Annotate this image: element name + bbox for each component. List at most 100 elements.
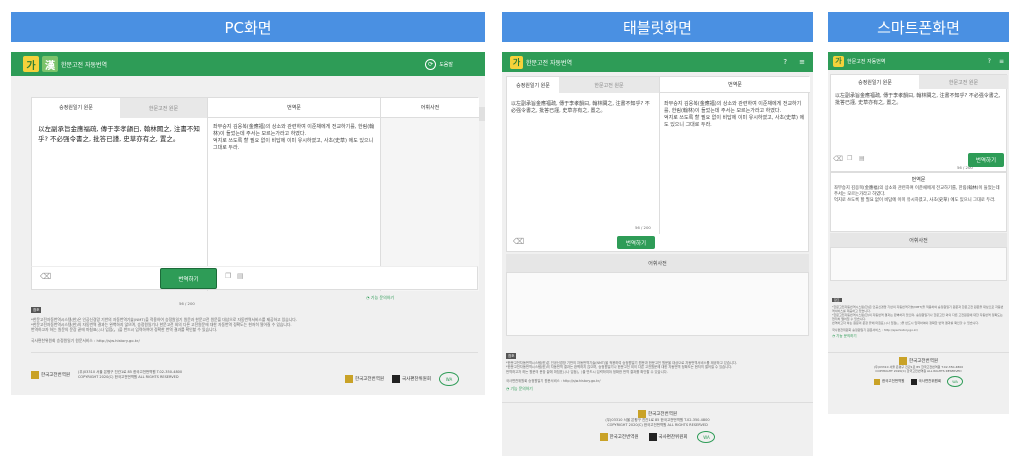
tab-hanmun[interactable]: 한문고전 원문 — [559, 77, 659, 93]
partner-logo-2[interactable]: 국사편찬위원회 — [648, 433, 687, 441]
tab-label: 한문고전 원문 — [148, 105, 179, 112]
smartphone-action-bar: ⌫ ❐ ▤ 번역하기 — [830, 152, 1007, 170]
translation-output: 좌부승지 김응복(金應福)의 상소와 관련하여 이준채에게 전교하기를, 한림(… — [831, 186, 1006, 204]
web-accessibility-badge: WA — [438, 372, 459, 386]
footer-divider — [502, 402, 813, 403]
logo-mark: 가 — [833, 55, 844, 67]
translate-button[interactable]: 번역하기 — [160, 268, 217, 289]
feedback-link[interactable]: ◔ 기능 문의하기 — [832, 334, 1004, 339]
tablet-notice: 참조 *한문고전자동번역시스템(한)은 인공신경망 기반의 자동번역기술(NMT… — [506, 342, 806, 392]
copy-icon[interactable]: ❐ — [225, 272, 231, 280]
notice-line[interactable]: 국사편찬위원회 승정원일기 원문서비스 : http://sjw.history… — [31, 338, 451, 343]
partner-label: 한국고전번역원 — [355, 377, 384, 382]
logo-mark: 가 — [23, 56, 39, 72]
dictionary-header: 어휘사전 — [380, 98, 479, 118]
translate-label: 번역하기 — [625, 240, 647, 247]
footer-org-name: 한국고전번역원 — [909, 359, 938, 364]
pc-translator-card: 승정원일기 원문 한문고전 원문 번역문 어휘사전 以左副承旨金應福疏, 傳于李… — [31, 97, 479, 306]
source-text-input[interactable]: 以左副承旨金應福疏, 傳于李孝韻曰, 翰林闕之, 注書不知乎? 不必强令書之, … — [835, 93, 1003, 107]
tab-seungjeongwon[interactable]: 승정원일기 원문 — [831, 75, 919, 89]
translation-line-1: 좌부승지 김응복(金應福)의 상소와 관련하여 이준채에게 전교하기를, 한림(… — [664, 101, 802, 114]
source-text-input[interactable]: 以左副承旨金應福疏, 傳于李孝韻曰, 翰林闕之, 注書不知乎? 不必强令書之, … — [38, 124, 204, 144]
pc-partners: 한국고전번역원 국사편찬위원회 WA — [345, 372, 459, 386]
partner-label: 국사편찬위원회 — [401, 377, 431, 382]
help-icon[interactable]: ? — [988, 58, 991, 65]
tab-seungjeongwon[interactable]: 승정원일기 원문 — [507, 77, 559, 93]
partner-logo-2[interactable]: 국사편찬위원회 — [391, 375, 431, 383]
smartphone-banner-label: 스마트폰화면 — [877, 18, 960, 37]
side-scroll-handle[interactable] — [479, 107, 485, 121]
site-logo[interactable]: 가 한문고전 자동번역 — [510, 55, 572, 69]
translation-line-1: 좌부승지 김응복(金應福)의 상소와 관련하여 이준채에게 전교하기를, 한림(… — [213, 124, 375, 137]
translation-output: 좌부승지 김응복(金應福)의 상소와 관련하여 이준채에게 전교하기를, 한림(… — [213, 124, 375, 152]
notice-line[interactable]: 국사편찬위원회 승정원일기 원문서비스 : http://sjw.history… — [506, 379, 806, 383]
tablet-footer: 한국고전번역원 (우)03310 서울 은평구 진관1로 85 한국고전번역원 … — [502, 410, 813, 443]
translation-line-2: 억지로 쓰도록 할 필요 없이 비답에 이미 유시하였고, 사초(史草) 에도 … — [213, 138, 374, 151]
tablet-translator-card: 승정원일기 원문 한문고전 원문 번역문 以左副承旨金應福疏, 傳于李孝韻曰, … — [506, 76, 810, 237]
notice-badge: 참조 — [506, 353, 517, 359]
partners: 한국고전번역원 국사편찬위원회 WA — [828, 376, 1009, 387]
dictionary-header[interactable]: 어휘사전 — [506, 254, 809, 272]
dictionary-panel — [830, 247, 1007, 281]
tab-label: 번역문 — [728, 82, 742, 88]
translate-label: 번역하기 — [178, 276, 199, 283]
org-mark-icon — [599, 433, 608, 441]
partner-logo-1[interactable]: 한국고전번역원 — [345, 375, 384, 383]
notice-line[interactable]: 국사편찬위원회 승정원일기 원문서비스 : http://sjw.history… — [832, 328, 1004, 332]
copy-icon[interactable]: ❐ — [847, 155, 852, 162]
eraser-icon[interactable]: ⌫ — [40, 272, 51, 281]
footer-copyright: COPYRIGHT 2020(C) 한국고전번역원 ALL RIGHTS RES… — [607, 422, 708, 427]
site-logo[interactable]: 가 한문고전 자동번역 — [833, 55, 886, 67]
badge-label: WA — [703, 434, 710, 440]
smartphone-notice: 참조 *한문고전자동번역시스템(한)은 인공신경망 기반의 자동번역기술(NMT… — [832, 286, 1004, 339]
partners: 한국고전번역원 국사편찬위원회 WA — [502, 431, 813, 443]
translation-line-2: 억지로 쓰도록 할 필요 없이 비답에 이미 유시하였고, 사초(史草) 에도 … — [834, 198, 996, 203]
footer-divider — [828, 352, 1009, 353]
tab-hanmun[interactable]: 한문고전 원문 — [919, 75, 1008, 89]
smartphone-screen: 가 한문고전 자동번역 ? ≡ 승정원일기 원문 한문고전 원문 以左副承旨金應… — [828, 52, 1009, 414]
tablet-header: 가 한문고전 자동번역 ? ≡ — [502, 52, 813, 72]
tab-label: 어휘사전 — [420, 105, 440, 111]
menu-icon[interactable]: ≡ — [999, 58, 1004, 65]
notice-line: 번역하고자 하는 원문의 문장 끝에 마침표(.)나 입점(。)을 반드시 입력… — [506, 369, 668, 374]
tab-seungjeongwon[interactable]: 승정원일기 원문 — [32, 98, 120, 118]
logo-name: 한문고전 자동번역 — [847, 58, 886, 65]
org-mark-icon — [31, 370, 39, 379]
site-logo[interactable]: 가 漢 한문고전 자동번역 — [23, 56, 107, 72]
eraser-icon[interactable]: ⌫ — [833, 155, 843, 163]
org-mark-icon — [899, 357, 907, 365]
partner-logo-1[interactable]: 한국고전번역원 — [873, 378, 905, 385]
tab-hanmun[interactable]: 한문고전 원문 — [120, 98, 207, 118]
menu-icon[interactable]: ≡ — [799, 58, 805, 66]
translate-label: 번역하기 — [975, 158, 997, 164]
header-icons: ? ≡ — [783, 58, 805, 66]
feedback-link[interactable]: ◔ 기능 문의하기 — [506, 386, 806, 392]
org-mark-icon — [391, 375, 400, 383]
footer-org-name: 한국고전번역원 — [648, 412, 677, 417]
partner-logo-2[interactable]: 국사편찬위원회 — [910, 378, 941, 385]
tab-label: 한문고전 원문 — [948, 79, 979, 86]
notice-badge: 참조 — [31, 307, 42, 313]
help-icon: ⟳ — [425, 58, 437, 70]
partner-label: 한국고전번역원 — [609, 435, 639, 440]
translate-button[interactable]: 번역하기 — [617, 236, 655, 249]
save-icon[interactable]: ▤ — [859, 155, 865, 162]
pc-footer-info: 한국고전번역원 (우)03310 서울 은평구 진관1로 85 한국고전번역원 … — [31, 370, 182, 379]
dictionary-header[interactable]: 어휘사전 — [830, 233, 1007, 247]
translation-header: 번역문 — [207, 98, 380, 118]
help-link[interactable]: ⟳ 도움말 — [425, 58, 453, 70]
translate-button[interactable]: 번역하기 — [968, 153, 1004, 167]
footer-org-logo: 한국고전번역원 — [828, 357, 1009, 365]
dictionary-panel — [506, 272, 809, 336]
feedback-link[interactable]: ◔ 기능 문의하기 — [366, 295, 394, 301]
source-text-input[interactable]: 以左副承旨金應福疏, 傳于李孝韻曰, 翰林闕之, 注書不知乎? 不必强令書之, … — [511, 101, 653, 115]
org-mark-icon — [638, 410, 646, 418]
partner-logo-1[interactable]: 한국고전번역원 — [599, 433, 639, 441]
badge-label: WA — [445, 376, 453, 382]
footer-org-logo: 한국고전번역원 — [31, 370, 70, 379]
save-icon[interactable]: ▤ — [237, 272, 244, 280]
org-mark-icon — [345, 375, 353, 383]
help-icon[interactable]: ? — [783, 58, 787, 66]
eraser-icon[interactable]: ⌫ — [513, 237, 524, 246]
char-count: 56 / 200 — [635, 225, 651, 230]
